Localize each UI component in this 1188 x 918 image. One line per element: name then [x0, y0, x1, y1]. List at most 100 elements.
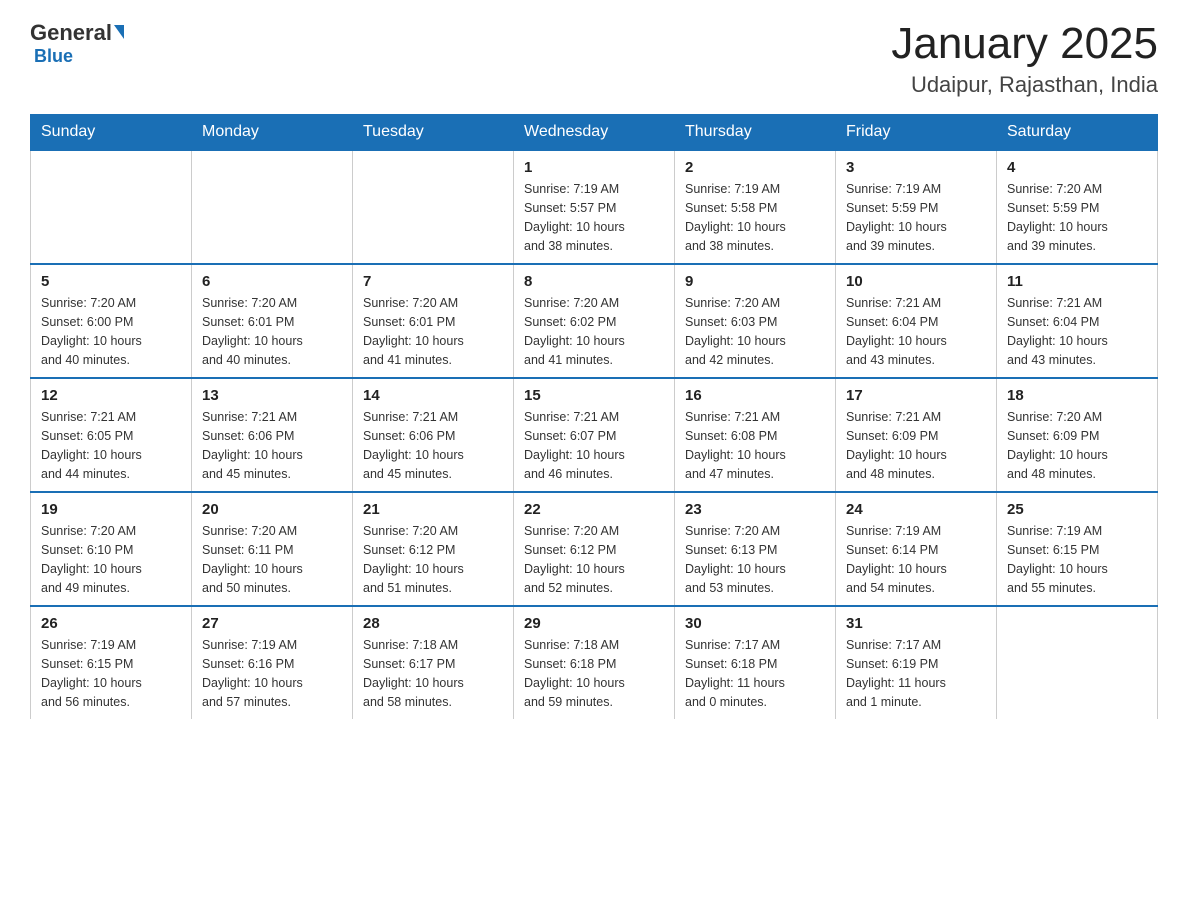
- calendar-cell: 9 Sunrise: 7:20 AM Sunset: 6:03 PM Daylig…: [675, 264, 836, 378]
- calendar-cell: 1 Sunrise: 7:19 AM Sunset: 5:57 PM Daylig…: [514, 150, 675, 264]
- logo-general-text: General: [30, 20, 112, 46]
- title-area: January 2025 Udaipur, Rajasthan, India: [891, 20, 1158, 98]
- month-title: January 2025: [891, 20, 1158, 68]
- calendar-cell: [353, 150, 514, 264]
- calendar-week-row: 5 Sunrise: 7:20 AM Sunset: 6:00 PM Daylig…: [31, 264, 1158, 378]
- day-info: Sunrise: 7:20 AM Sunset: 6:03 PM Dayligh…: [685, 294, 825, 369]
- day-info: Sunrise: 7:21 AM Sunset: 6:05 PM Dayligh…: [41, 408, 181, 483]
- calendar-week-row: 26Sunrise: 7:19 AM Sunset: 6:15 PM Dayli…: [31, 606, 1158, 719]
- location-title: Udaipur, Rajasthan, India: [891, 72, 1158, 98]
- calendar-cell: 6Sunrise: 7:20 AM Sunset: 6:01 PM Daylig…: [192, 264, 353, 378]
- header-friday: Friday: [836, 115, 997, 151]
- calendar-cell: 22 Sunrise: 7:20 AM Sunset: 6:12 PM Dayli…: [514, 492, 675, 606]
- day-number: 23: [685, 501, 825, 518]
- day-number: 9: [685, 273, 825, 290]
- calendar-cell: [997, 606, 1158, 719]
- calendar-cell: 13Sunrise: 7:21 AM Sunset: 6:06 PM Dayli…: [192, 378, 353, 492]
- day-info: Sunrise: 7:19 AM Sunset: 5:58 PM Dayligh…: [685, 180, 825, 255]
- header-sunday: Sunday: [31, 115, 192, 151]
- calendar-cell: 28Sunrise: 7:18 AM Sunset: 6:17 PM Dayli…: [353, 606, 514, 719]
- day-info: Sunrise: 7:20 AM Sunset: 5:59 PM Dayligh…: [1007, 180, 1147, 255]
- day-number: 2: [685, 159, 825, 176]
- day-info: Sunrise: 7:19 AM Sunset: 5:57 PM Dayligh…: [524, 180, 664, 255]
- header-tuesday: Tuesday: [353, 115, 514, 151]
- calendar-cell: 3 Sunrise: 7:19 AM Sunset: 5:59 PM Daylig…: [836, 150, 997, 264]
- day-info: Sunrise: 7:17 AM Sunset: 6:18 PM Dayligh…: [685, 636, 825, 711]
- day-info: Sunrise: 7:19 AM Sunset: 6:16 PM Dayligh…: [202, 636, 342, 711]
- day-info: Sunrise: 7:21 AM Sunset: 6:09 PM Dayligh…: [846, 408, 986, 483]
- day-number: 18: [1007, 387, 1147, 404]
- day-number: 20: [202, 501, 342, 518]
- calendar-cell: 24 Sunrise: 7:19 AM Sunset: 6:14 PM Dayli…: [836, 492, 997, 606]
- header-saturday: Saturday: [997, 115, 1158, 151]
- day-number: 12: [41, 387, 181, 404]
- calendar-cell: 21Sunrise: 7:20 AM Sunset: 6:12 PM Dayli…: [353, 492, 514, 606]
- calendar-cell: 10 Sunrise: 7:21 AM Sunset: 6:04 PM Dayli…: [836, 264, 997, 378]
- logo: General Blue: [30, 20, 124, 67]
- calendar-table: SundayMondayTuesdayWednesdayThursdayFrid…: [30, 114, 1158, 719]
- day-number: 22: [524, 501, 664, 518]
- day-number: 7: [363, 273, 503, 290]
- calendar-week-row: 12 Sunrise: 7:21 AM Sunset: 6:05 PM Dayli…: [31, 378, 1158, 492]
- day-number: 16: [685, 387, 825, 404]
- day-number: 26: [41, 615, 181, 632]
- day-number: 14: [363, 387, 503, 404]
- day-info: Sunrise: 7:20 AM Sunset: 6:09 PM Dayligh…: [1007, 408, 1147, 483]
- calendar-cell: 30 Sunrise: 7:17 AM Sunset: 6:18 PM Dayli…: [675, 606, 836, 719]
- day-info: Sunrise: 7:19 AM Sunset: 6:14 PM Dayligh…: [846, 522, 986, 597]
- day-info: Sunrise: 7:17 AM Sunset: 6:19 PM Dayligh…: [846, 636, 986, 711]
- day-info: Sunrise: 7:19 AM Sunset: 6:15 PM Dayligh…: [1007, 522, 1147, 597]
- day-number: 15: [524, 387, 664, 404]
- day-number: 25: [1007, 501, 1147, 518]
- day-info: Sunrise: 7:20 AM Sunset: 6:13 PM Dayligh…: [685, 522, 825, 597]
- calendar-cell: 12 Sunrise: 7:21 AM Sunset: 6:05 PM Dayli…: [31, 378, 192, 492]
- calendar-cell: 16 Sunrise: 7:21 AM Sunset: 6:08 PM Dayli…: [675, 378, 836, 492]
- day-number: 8: [524, 273, 664, 290]
- calendar-cell: 17 Sunrise: 7:21 AM Sunset: 6:09 PM Dayli…: [836, 378, 997, 492]
- day-number: 28: [363, 615, 503, 632]
- day-number: 3: [846, 159, 986, 176]
- calendar-cell: 29 Sunrise: 7:18 AM Sunset: 6:18 PM Dayli…: [514, 606, 675, 719]
- calendar-cell: 14 Sunrise: 7:21 AM Sunset: 6:06 PM Dayli…: [353, 378, 514, 492]
- day-info: Sunrise: 7:21 AM Sunset: 6:08 PM Dayligh…: [685, 408, 825, 483]
- calendar-cell: [31, 150, 192, 264]
- calendar-cell: 23 Sunrise: 7:20 AM Sunset: 6:13 PM Dayli…: [675, 492, 836, 606]
- calendar-cell: 18 Sunrise: 7:20 AM Sunset: 6:09 PM Dayli…: [997, 378, 1158, 492]
- calendar-cell: 20 Sunrise: 7:20 AM Sunset: 6:11 PM Dayli…: [192, 492, 353, 606]
- day-number: 31: [846, 615, 986, 632]
- calendar-cell: 19Sunrise: 7:20 AM Sunset: 6:10 PM Dayli…: [31, 492, 192, 606]
- day-info: Sunrise: 7:21 AM Sunset: 6:06 PM Dayligh…: [363, 408, 503, 483]
- day-number: 17: [846, 387, 986, 404]
- day-info: Sunrise: 7:20 AM Sunset: 6:11 PM Dayligh…: [202, 522, 342, 597]
- day-info: Sunrise: 7:20 AM Sunset: 6:01 PM Dayligh…: [202, 294, 342, 369]
- day-number: 1: [524, 159, 664, 176]
- day-number: 11: [1007, 273, 1147, 290]
- day-number: 4: [1007, 159, 1147, 176]
- day-info: Sunrise: 7:18 AM Sunset: 6:18 PM Dayligh…: [524, 636, 664, 711]
- day-number: 5: [41, 273, 181, 290]
- day-number: 13: [202, 387, 342, 404]
- day-info: Sunrise: 7:20 AM Sunset: 6:02 PM Dayligh…: [524, 294, 664, 369]
- calendar-cell: 4 Sunrise: 7:20 AM Sunset: 5:59 PM Daylig…: [997, 150, 1158, 264]
- calendar-cell: 26Sunrise: 7:19 AM Sunset: 6:15 PM Dayli…: [31, 606, 192, 719]
- day-info: Sunrise: 7:19 AM Sunset: 5:59 PM Dayligh…: [846, 180, 986, 255]
- day-number: 29: [524, 615, 664, 632]
- day-number: 24: [846, 501, 986, 518]
- calendar-cell: 15 Sunrise: 7:21 AM Sunset: 6:07 PM Dayli…: [514, 378, 675, 492]
- page-header: General Blue January 2025 Udaipur, Rajas…: [30, 20, 1158, 98]
- logo-triangle-icon: [114, 25, 124, 39]
- calendar-cell: 11Sunrise: 7:21 AM Sunset: 6:04 PM Dayli…: [997, 264, 1158, 378]
- day-info: Sunrise: 7:20 AM Sunset: 6:10 PM Dayligh…: [41, 522, 181, 597]
- calendar-cell: 27Sunrise: 7:19 AM Sunset: 6:16 PM Dayli…: [192, 606, 353, 719]
- calendar-cell: [192, 150, 353, 264]
- day-info: Sunrise: 7:20 AM Sunset: 6:12 PM Dayligh…: [524, 522, 664, 597]
- calendar-cell: 7Sunrise: 7:20 AM Sunset: 6:01 PM Daylig…: [353, 264, 514, 378]
- calendar-cell: 25 Sunrise: 7:19 AM Sunset: 6:15 PM Dayli…: [997, 492, 1158, 606]
- header-monday: Monday: [192, 115, 353, 151]
- day-number: 30: [685, 615, 825, 632]
- day-info: Sunrise: 7:21 AM Sunset: 6:07 PM Dayligh…: [524, 408, 664, 483]
- day-info: Sunrise: 7:20 AM Sunset: 6:00 PM Dayligh…: [41, 294, 181, 369]
- day-info: Sunrise: 7:21 AM Sunset: 6:04 PM Dayligh…: [846, 294, 986, 369]
- day-number: 10: [846, 273, 986, 290]
- calendar-cell: 2 Sunrise: 7:19 AM Sunset: 5:58 PM Daylig…: [675, 150, 836, 264]
